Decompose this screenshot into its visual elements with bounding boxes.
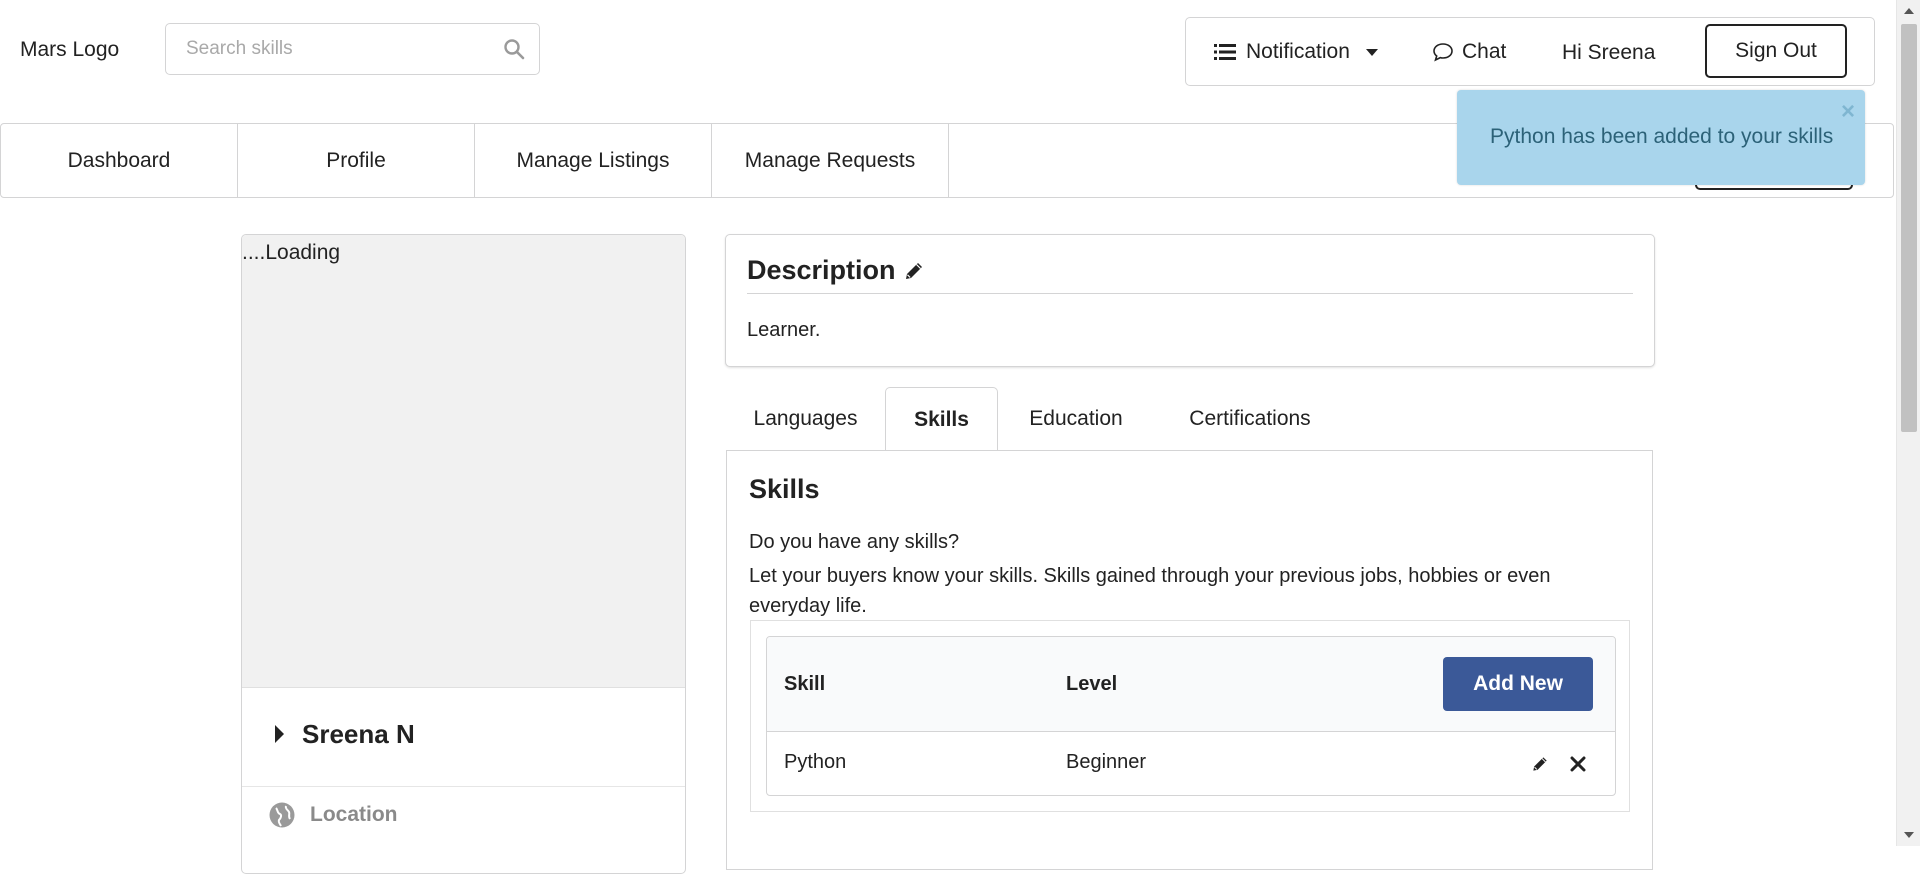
chat-label: Chat <box>1462 40 1507 63</box>
search-box <box>165 23 540 75</box>
column-header-level: Level <box>1066 673 1118 695</box>
nav-tab-dashboard[interactable]: Dashboard <box>1 124 238 197</box>
tab-languages[interactable]: Languages <box>726 387 885 451</box>
skill-cell: Python <box>784 751 847 773</box>
description-text: Learner. <box>747 319 821 341</box>
description-title-text: Description <box>747 255 896 285</box>
profile-name[interactable]: Sreena N <box>302 719 415 750</box>
profile-card: ....Loading Sreena N Location <box>241 234 686 874</box>
location-field: Location <box>268 801 398 829</box>
pencil-icon[interactable] <box>902 259 926 283</box>
success-toast: Python has been added to your skills × <box>1457 90 1865 185</box>
card-divider <box>242 786 685 787</box>
chat-bubble-icon <box>1433 43 1453 62</box>
table-row: Python Beginner <box>767 732 1615 795</box>
add-new-button[interactable]: Add New <box>1443 657 1593 711</box>
nav-tab-manage-listings[interactable]: Manage Listings <box>475 124 712 197</box>
notification-dropdown[interactable]: Notification <box>1214 40 1378 64</box>
globe-icon <box>269 802 295 828</box>
skills-explanation: Let your buyers know your skills. Skills… <box>749 565 1551 617</box>
description-card: Description Learner. <box>725 234 1655 367</box>
list-icon <box>1214 44 1236 60</box>
user-greeting[interactable]: Hi Sreena <box>1562 41 1655 65</box>
vertical-scrollbar[interactable] <box>1896 0 1920 846</box>
skills-heading: Skills <box>749 474 820 504</box>
search-icon[interactable] <box>503 38 525 60</box>
column-header-skill: Skill <box>784 673 826 695</box>
description-title: Description <box>747 255 926 286</box>
table-header: Skill Level Add New <box>767 637 1615 732</box>
scrollbar-thumb[interactable] <box>1901 24 1917 432</box>
toast-message: Python has been added to your skills <box>1490 125 1834 148</box>
profile-photo: ....Loading <box>242 235 685 688</box>
skills-table: Skill Level Add New Python Beginner <box>766 636 1616 796</box>
tab-education[interactable]: Education <box>998 387 1154 451</box>
scroll-up-arrow-icon[interactable] <box>1904 8 1914 14</box>
nav-tab-manage-requests[interactable]: Manage Requests <box>712 124 949 197</box>
broken-image-alt-text: ....Loading <box>242 241 341 264</box>
level-cell: Beginner <box>1066 751 1147 773</box>
tab-certifications[interactable]: Certifications <box>1154 387 1346 451</box>
profile-tabs: Languages Skills Education Certification… <box>726 387 1653 452</box>
site-logo[interactable]: Mars Logo <box>20 38 119 62</box>
sign-out-button[interactable]: Sign Out <box>1705 24 1847 78</box>
chat-link[interactable]: Chat <box>1432 40 1506 64</box>
skills-panel: Skills Do you have any skills? Let your … <box>726 450 1653 870</box>
caret-right-icon[interactable] <box>275 725 284 743</box>
skills-question: Do you have any skills? <box>749 531 960 553</box>
top-menu: Notification Chat Hi Sreena Sign Out <box>1185 17 1875 86</box>
nav-tab-profile[interactable]: Profile <box>238 124 475 197</box>
notification-label: Notification <box>1246 40 1350 63</box>
pencil-icon[interactable] <box>1530 754 1550 774</box>
caret-down-icon <box>1365 48 1378 56</box>
location-label: Location <box>310 803 398 826</box>
scroll-down-arrow-icon[interactable] <box>1904 832 1914 838</box>
description-divider <box>747 293 1633 294</box>
close-icon[interactable]: × <box>1841 98 1855 126</box>
tab-skills[interactable]: Skills <box>885 387 998 452</box>
skills-table-container: Skill Level Add New Python Beginner <box>750 620 1630 812</box>
delete-x-icon[interactable] <box>1570 756 1586 772</box>
search-input[interactable] <box>166 24 486 74</box>
